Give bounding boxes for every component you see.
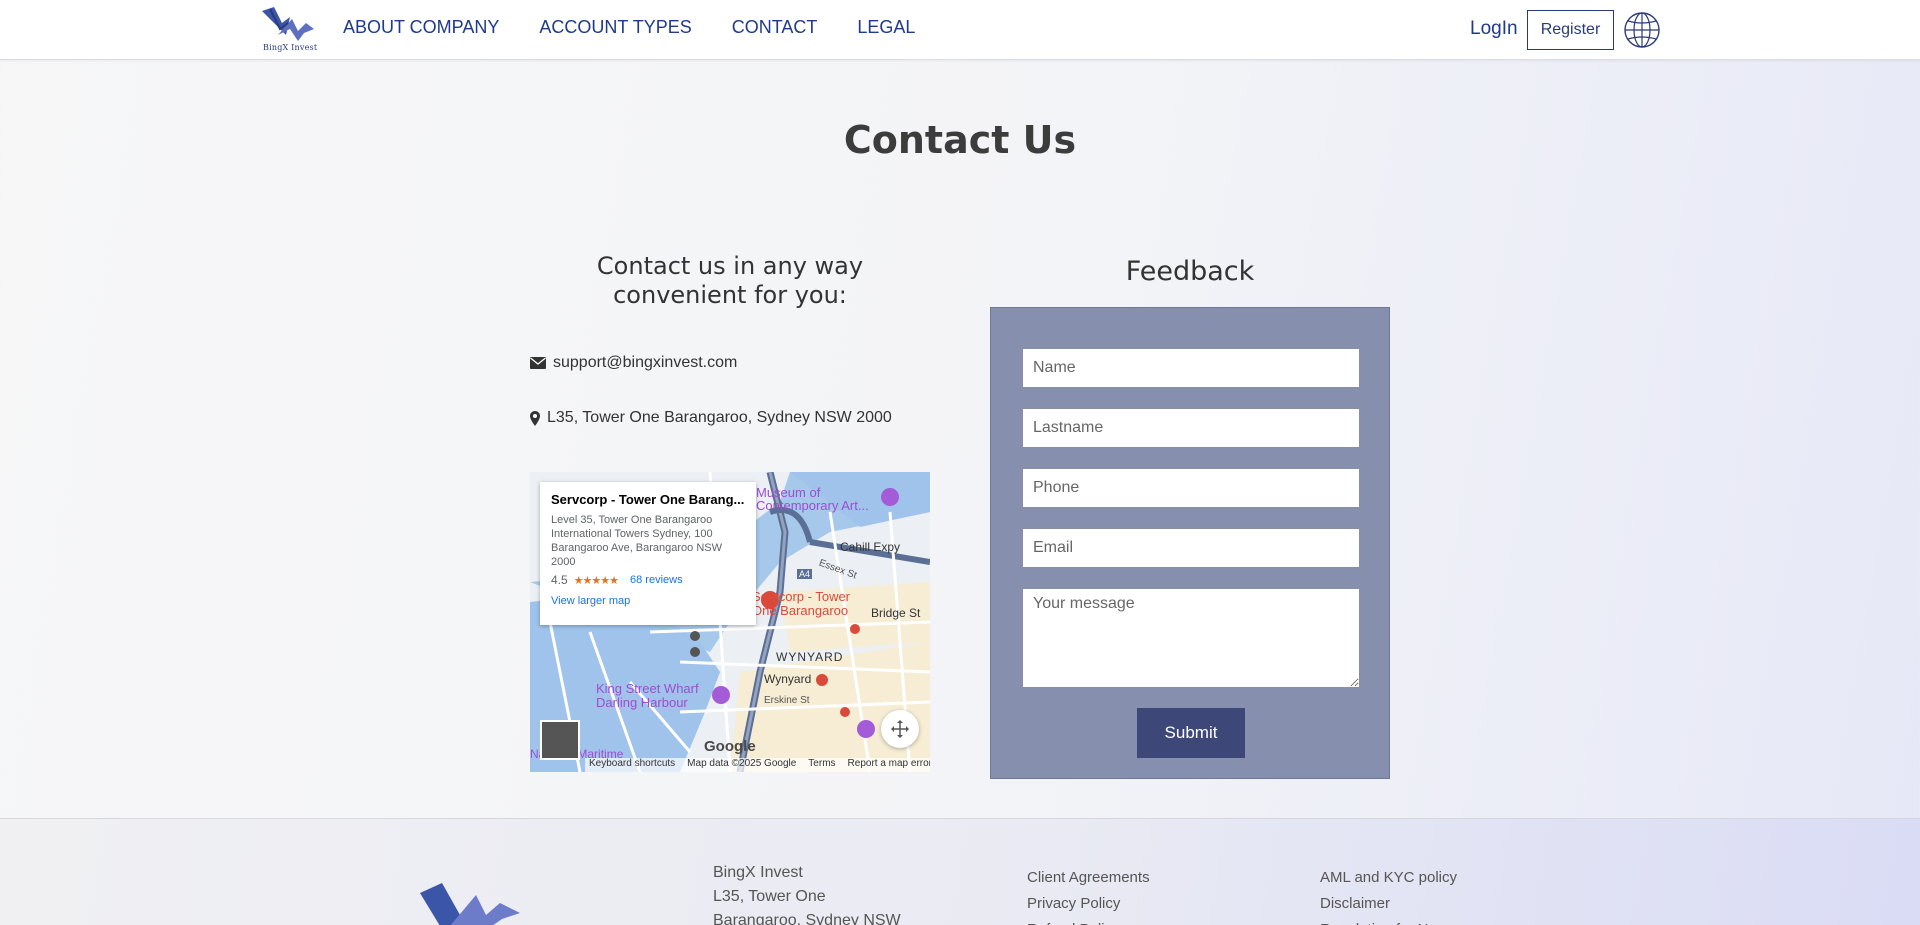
page-title: Contact Us bbox=[843, 118, 1077, 162]
map-label-erskine: Erskine St bbox=[764, 695, 810, 706]
map-report-error-link[interactable]: Report a map error bbox=[848, 758, 930, 772]
nav-legal[interactable]: LEGAL bbox=[857, 17, 915, 38]
map-label-a4: A4 bbox=[797, 569, 813, 579]
map-label-bridge: Bridge St bbox=[871, 606, 921, 620]
map-pin-icon bbox=[530, 410, 540, 426]
footer-link-disclaimer[interactable]: Disclaimer bbox=[1320, 891, 1457, 917]
contact-address-text: L35, Tower One Barangaroo, Sydney NSW 20… bbox=[547, 409, 892, 426]
map-rating-value: 4.5 bbox=[551, 573, 568, 587]
footer-link-refund-policy[interactable]: Refund Policy bbox=[1027, 917, 1150, 925]
view-larger-map-link[interactable]: View larger map bbox=[551, 595, 745, 607]
main-nav: ABOUT COMPANY ACCOUNT TYPES CONTACT LEGA… bbox=[343, 17, 915, 38]
footer-logo-icon[interactable] bbox=[420, 865, 520, 925]
message-textarea[interactable] bbox=[1022, 588, 1360, 688]
phone-input[interactable] bbox=[1022, 468, 1360, 508]
map-place-card: Servcorp - Tower One Barang... Level 35,… bbox=[540, 482, 756, 625]
map-data-credit: Map data ©2025 Google bbox=[687, 758, 797, 769]
google-logo-text: Google bbox=[704, 738, 756, 755]
fullscreen-icon bbox=[891, 720, 909, 738]
map-place-rating-row: 4.5 ★★★★★ 68 reviews bbox=[551, 573, 745, 587]
name-input[interactable] bbox=[1022, 348, 1360, 388]
map-footer-bar: Keyboard shortcuts Map data ©2025 Google… bbox=[585, 758, 930, 772]
site-footer: BingX Invest L35, Tower One Barangaroo, … bbox=[0, 818, 1920, 925]
footer-links-column-1: Client Agreements Privacy Policy Refund … bbox=[1027, 865, 1150, 925]
embedded-map[interactable]: Museum of Contemporary Art... Cahill Exp… bbox=[530, 472, 930, 772]
lastname-input[interactable] bbox=[1022, 408, 1360, 448]
map-fullscreen-button[interactable] bbox=[881, 710, 919, 748]
map-satellite-toggle[interactable] bbox=[540, 720, 580, 760]
footer-link-regulation[interactable]: Regulation for N... bbox=[1320, 917, 1457, 925]
envelope-icon bbox=[530, 357, 546, 369]
feedback-heading: Feedback bbox=[1125, 256, 1255, 287]
map-label-wynyard-station: Wynyard bbox=[764, 672, 812, 686]
nav-contact[interactable]: CONTACT bbox=[732, 17, 818, 38]
login-link[interactable]: LogIn bbox=[1470, 18, 1518, 40]
footer-address: BingX Invest L35, Tower One Barangaroo, … bbox=[713, 861, 901, 925]
footer-address-line: Barangaroo, Sydney NSW bbox=[713, 912, 901, 925]
nav-about-company[interactable]: ABOUT COMPANY bbox=[343, 17, 499, 38]
star-rating-icon: ★★★★★ bbox=[573, 574, 619, 587]
map-keyboard-shortcuts[interactable]: Keyboard shortcuts bbox=[589, 758, 675, 772]
map-terms-link[interactable]: Terms bbox=[808, 758, 835, 772]
map-label-servcorp: Servcorp - Tower One Barangaroo bbox=[752, 589, 851, 618]
map-label-cahill: Cahill Expy bbox=[840, 540, 901, 554]
submit-button[interactable]: Submit bbox=[1137, 708, 1245, 758]
contact-heading: Contact us in any way convenient for you… bbox=[596, 252, 864, 309]
footer-address-line: L35, Tower One bbox=[713, 888, 826, 905]
footer-link-privacy-policy[interactable]: Privacy Policy bbox=[1027, 891, 1150, 917]
register-button[interactable]: Register bbox=[1527, 10, 1614, 50]
map-label-king-street: King Street Wharf Darling Harbour bbox=[596, 681, 699, 710]
map-reviews-link[interactable]: 68 reviews bbox=[630, 574, 683, 586]
feedback-form: Submit bbox=[990, 307, 1390, 779]
site-header: BingX Invest ABOUT COMPANY ACCOUNT TYPES… bbox=[0, 0, 1920, 60]
map-label-museum: Museum of Contemporary Art... bbox=[756, 485, 869, 513]
map-label-wynyard-area: WYNYARD bbox=[776, 650, 844, 664]
footer-links-column-2: AML and KYC policy Disclaimer Regulation… bbox=[1320, 865, 1457, 925]
contact-email-row: support@bingxinvest.com bbox=[530, 354, 737, 372]
contact-address-row: L35, Tower One Barangaroo, Sydney NSW 20… bbox=[530, 409, 892, 427]
map-place-address: Level 35, Tower One Barangaroo Internati… bbox=[551, 514, 723, 568]
footer-link-aml-kyc[interactable]: AML and KYC policy bbox=[1320, 865, 1457, 891]
nav-account-types[interactable]: ACCOUNT TYPES bbox=[539, 17, 691, 38]
footer-link-client-agreements[interactable]: Client Agreements bbox=[1027, 865, 1150, 891]
contact-email-link[interactable]: support@bingxinvest.com bbox=[553, 354, 737, 372]
map-place-name: Servcorp - Tower One Barang... bbox=[551, 492, 745, 507]
google-logo: Google bbox=[704, 738, 756, 755]
globe-icon[interactable] bbox=[1623, 11, 1661, 49]
footer-address-line: BingX Invest bbox=[713, 864, 803, 881]
brand-logo-text: BingX Invest bbox=[263, 43, 318, 52]
email-input[interactable] bbox=[1022, 528, 1360, 568]
